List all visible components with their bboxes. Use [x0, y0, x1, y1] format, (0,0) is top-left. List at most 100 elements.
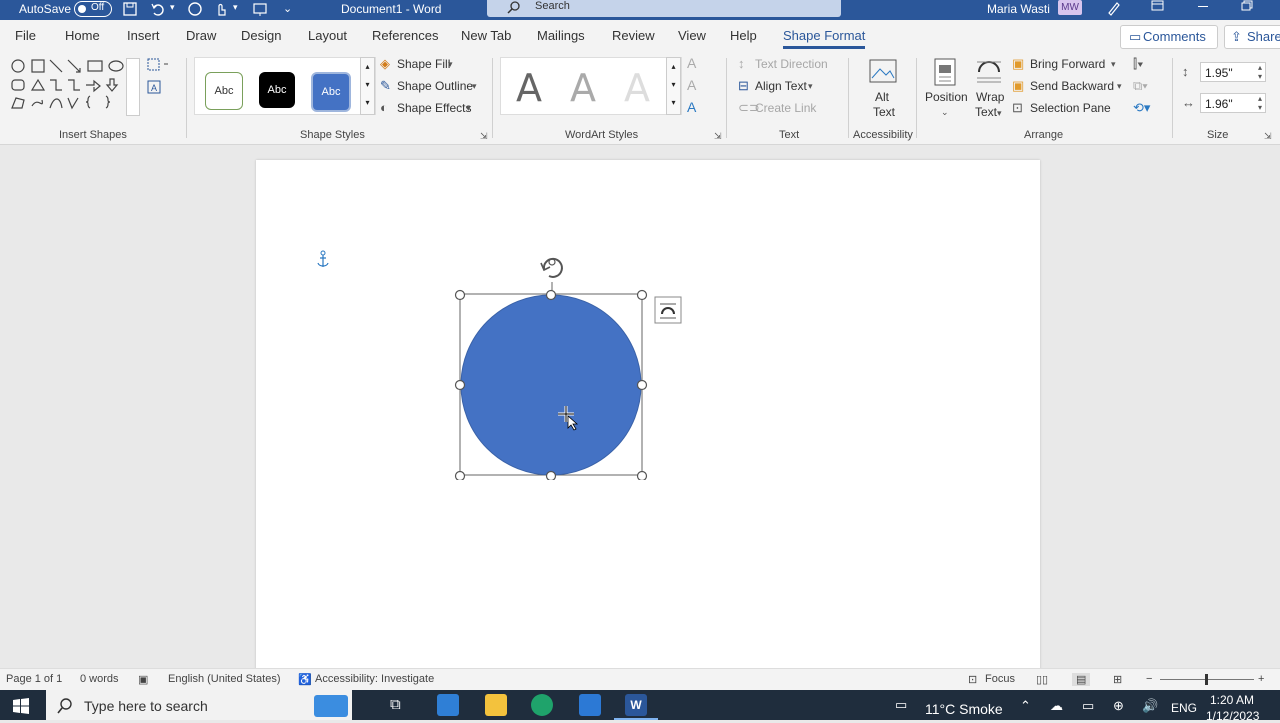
group-icon[interactable]: ⧉▾ [1133, 79, 1148, 93]
redo-icon[interactable] [187, 1, 203, 17]
tab-insert[interactable]: Insert [127, 28, 160, 43]
edit-shape-icon[interactable] [146, 57, 172, 73]
selection-pane-button[interactable]: Selection Pane [1030, 101, 1111, 115]
zoom-out-icon[interactable]: − [1146, 673, 1152, 685]
comments-button[interactable]: ▭ Comments [1120, 25, 1218, 49]
text-box-icon[interactable]: A [146, 79, 162, 95]
minimize-icon[interactable] [1198, 6, 1208, 7]
chevron-down-icon[interactable]: ▾ [448, 57, 453, 71]
text-direction-button[interactable]: Text Direction [755, 57, 828, 71]
read-mode-icon[interactable]: ▯▯ [1036, 673, 1048, 686]
chevron-down-icon[interactable]: ▾ [1117, 79, 1122, 93]
align-icon[interactable]: ⫿▾ [1133, 57, 1144, 71]
cloud-icon[interactable]: ☁ [1050, 698, 1063, 714]
store-icon[interactable] [437, 694, 459, 716]
blue-circle-shape[interactable] [460, 294, 642, 476]
tab-file[interactable]: File [15, 28, 36, 43]
taskbar-search[interactable]: Type here to search [46, 690, 352, 720]
send-backward-button[interactable]: Send Backward [1030, 79, 1114, 93]
tab-view[interactable]: View [678, 28, 706, 43]
undo-dropdown-icon[interactable]: ▾ [170, 2, 175, 13]
resize-handle-bottom[interactable] [545, 470, 557, 481]
chevron-down-icon[interactable]: ▾ [472, 79, 477, 93]
shape-styles-gallery[interactable]: Abc Abc Abc [194, 57, 376, 115]
alt-text-icon[interactable] [868, 58, 898, 84]
clock-date[interactable]: 1/12/2023 [1206, 709, 1259, 723]
wrap-text-label-1[interactable]: Wrap [976, 90, 1004, 104]
rotate-icon[interactable]: ⟲▾ [1133, 101, 1150, 115]
create-link-button[interactable]: Create Link [755, 101, 816, 115]
bring-forward-button[interactable]: Bring Forward [1030, 57, 1105, 71]
volume-icon[interactable]: 🔊 [1142, 698, 1158, 714]
edge-icon[interactable] [531, 694, 553, 716]
mail-icon[interactable] [579, 694, 601, 716]
dialog-launcher-icon[interactable]: ⇲ [1264, 129, 1272, 143]
chevron-down-icon[interactable]: ▾ [1111, 57, 1116, 71]
wordart-style-2[interactable]: A [560, 68, 606, 108]
share-button[interactable]: ⇪ Share [1224, 25, 1280, 49]
tab-mailings[interactable]: Mailings [537, 28, 585, 43]
shapes-gallery[interactable] [10, 58, 138, 114]
present-icon[interactable] [252, 1, 268, 17]
style-preset-outline[interactable]: Abc [205, 72, 243, 110]
search-highlight-icon[interactable] [314, 695, 348, 717]
print-layout-icon[interactable]: ▤ [1072, 673, 1091, 686]
tab-shape-format[interactable]: Shape Format [783, 28, 866, 49]
height-spinner-icon[interactable]: ▴ ▾ [1258, 63, 1262, 81]
focus-button[interactable]: Focus [985, 673, 1015, 685]
document-page[interactable] [256, 160, 1040, 670]
shape-effects-button[interactable]: Shape Effects [397, 101, 472, 115]
rotate-handle-icon[interactable] [540, 257, 563, 278]
network-icon[interactable]: ⊕ [1113, 698, 1124, 714]
chevron-down-icon[interactable]: ⌄ [941, 105, 949, 119]
resize-handle-bottom-right[interactable] [636, 470, 648, 481]
shape-fill-button[interactable]: Shape Fill [397, 57, 450, 71]
chevron-down-icon[interactable]: ▾ [997, 106, 1002, 120]
save-icon[interactable] [122, 1, 138, 17]
wordart-gallery[interactable]: A A A [500, 57, 682, 115]
tab-help[interactable]: Help [730, 28, 757, 43]
undo-icon[interactable] [150, 1, 166, 17]
tab-references[interactable]: References [372, 28, 438, 43]
wordart-scroll[interactable]: ▴ ▾ ▾ [666, 57, 681, 115]
file-explorer-icon[interactable] [485, 694, 507, 716]
resize-handle-top[interactable] [545, 289, 557, 301]
shape-outline-button[interactable]: Shape Outline [397, 79, 473, 93]
page-count[interactable]: Page 1 of 1 [6, 673, 62, 685]
width-spinner-icon[interactable]: ▴ ▾ [1258, 94, 1262, 112]
styles-scroll[interactable]: ▴ ▾ ▾ [360, 57, 375, 115]
shape-width-input[interactable]: 1.96" [1200, 93, 1266, 113]
position-icon[interactable] [933, 57, 959, 87]
wordart-style-1[interactable]: A [506, 68, 552, 108]
proofing-icon[interactable]: ▣ [138, 673, 148, 686]
chevron-down-icon[interactable]: ▾ [808, 79, 813, 93]
zoom-in-icon[interactable]: + [1258, 673, 1264, 685]
customize-qat-icon[interactable]: ⌄ [283, 2, 292, 15]
ribbon-display-icon[interactable] [1150, 0, 1166, 14]
restore-icon[interactable] [1240, 0, 1254, 12]
wrap-text-icon[interactable] [975, 58, 1003, 84]
language[interactable]: English (United States) [168, 673, 281, 685]
weather-icon[interactable]: ▭ [895, 697, 907, 713]
language-indicator[interactable]: ENG [1171, 701, 1197, 715]
style-preset-blue[interactable]: Abc [311, 72, 351, 112]
chevron-down-icon[interactable]: ▾ [466, 101, 471, 115]
accessibility-status[interactable]: Accessibility: Investigate [315, 673, 434, 685]
style-preset-black[interactable]: Abc [259, 72, 295, 108]
show-hidden-icons[interactable]: ⌃ [1020, 698, 1031, 714]
resize-handle-top-left[interactable] [454, 289, 466, 301]
shape-selection[interactable] [446, 248, 656, 480]
layout-options-icon[interactable] [654, 296, 682, 324]
search-box[interactable]: Search [487, 0, 841, 17]
shapes-scroll[interactable] [126, 58, 140, 116]
resize-handle-bottom-left[interactable] [454, 470, 466, 481]
wordart-style-3[interactable]: A [614, 68, 660, 108]
weather-status[interactable]: 11°C Smoke [925, 701, 1003, 717]
zoom-slider-thumb[interactable] [1205, 674, 1208, 685]
resize-handle-right[interactable] [636, 379, 648, 391]
dialog-launcher-icon[interactable]: ⇲ [714, 129, 722, 143]
position-button[interactable]: Position [925, 90, 968, 104]
autosave-toggle[interactable]: Off [74, 1, 112, 17]
tab-review[interactable]: Review [612, 28, 655, 43]
task-view-icon[interactable]: ⧉ [390, 696, 401, 713]
